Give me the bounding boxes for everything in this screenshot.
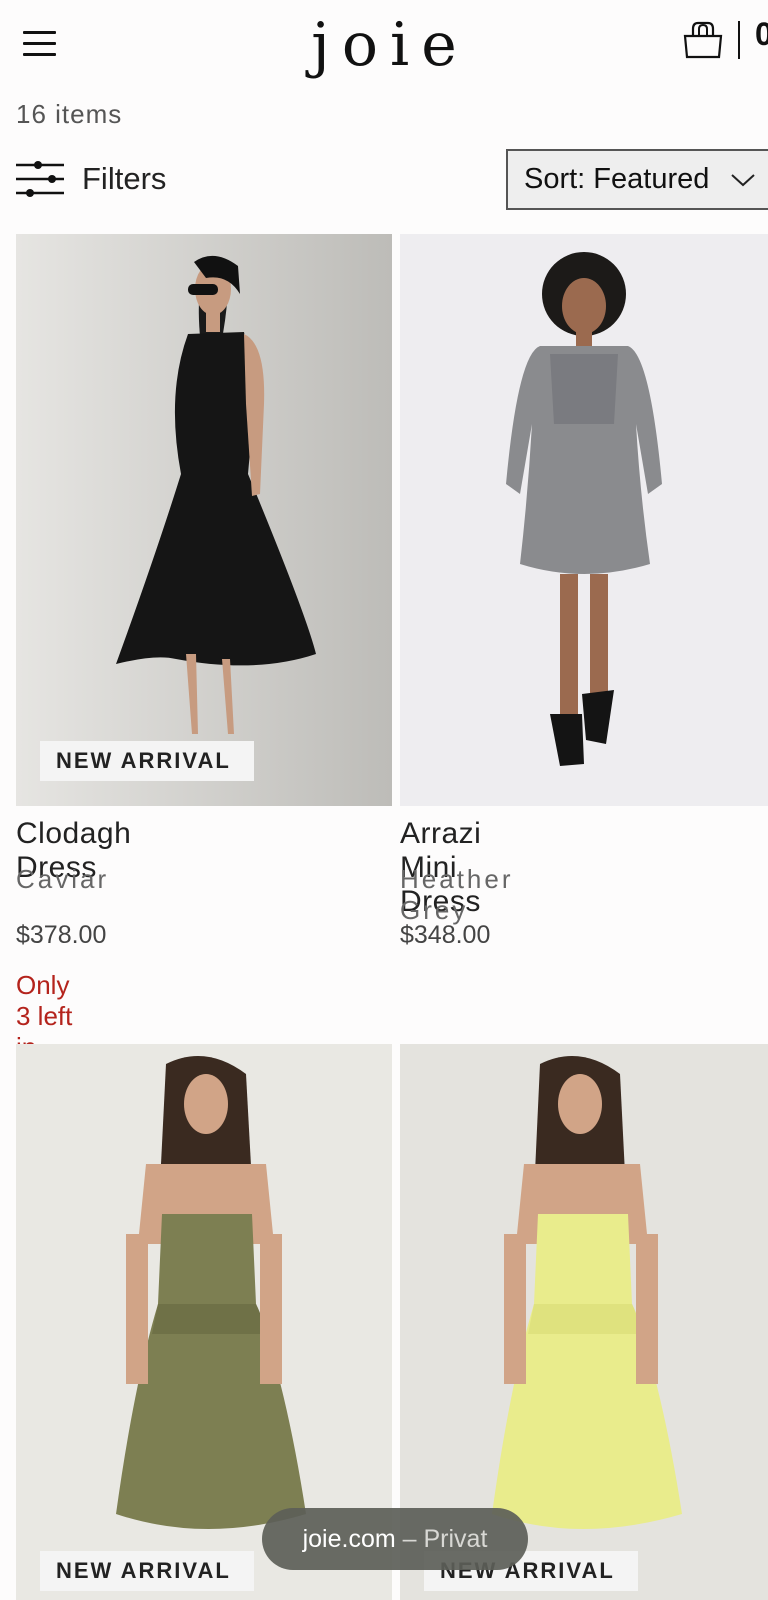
- product-price: $378.00: [16, 921, 107, 949]
- product-color: Heather Grey: [400, 864, 514, 925]
- filters-label: Filters: [82, 161, 167, 196]
- private-mode-label: – Privat: [395, 1525, 488, 1553]
- product-color: Caviar: [16, 864, 110, 894]
- header-divider: [738, 21, 740, 59]
- product-image[interactable]: [16, 234, 392, 806]
- shopping-bag-icon[interactable]: [682, 20, 724, 60]
- sliders-icon: [16, 161, 64, 197]
- url-domain: joie.com: [302, 1525, 396, 1553]
- sort-select[interactable]: Sort: Featured: [506, 149, 768, 210]
- browser-url-pill[interactable]: joie.com – Privat: [262, 1508, 528, 1570]
- product-price: $348.00: [400, 921, 491, 949]
- brand-logo[interactable]: joie: [0, 10, 768, 80]
- cart-count[interactable]: 0: [755, 16, 768, 53]
- item-count: 16 items: [16, 99, 123, 129]
- site-header: joie 0: [0, 0, 768, 88]
- product-image[interactable]: [400, 234, 768, 806]
- new-arrival-badge: NEW ARRIVAL: [40, 1551, 254, 1591]
- chevron-down-icon: [731, 174, 755, 187]
- filters-button[interactable]: Filters: [16, 156, 166, 202]
- sort-label: Sort: Featured: [524, 163, 710, 195]
- new-arrival-badge: NEW ARRIVAL: [40, 741, 254, 781]
